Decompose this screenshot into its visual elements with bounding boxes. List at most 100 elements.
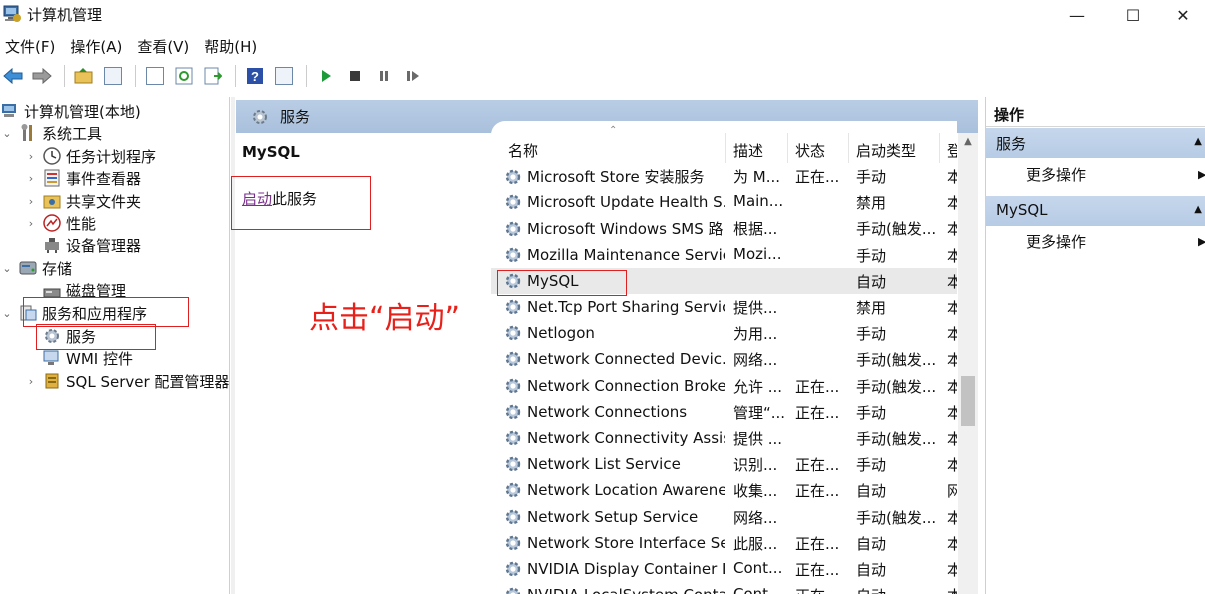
- service-row[interactable]: Network Store Interface Se... 此服... 正在... 自…: [491, 530, 957, 556]
- service-description: 管理“...: [733, 403, 786, 422]
- restart-icon[interactable]: [400, 63, 426, 89]
- scroll-thumb[interactable]: [961, 376, 975, 426]
- service-row[interactable]: Microsoft Update Health S... Main... 禁用 本: [491, 189, 957, 215]
- service-row[interactable]: Network Connectivity Assis... 提供 ... 手动(触发…: [491, 425, 957, 451]
- service-startup-type: 手动: [856, 325, 887, 344]
- tree-item-storage[interactable]: ⌄ 存储: [0, 257, 72, 279]
- actions-section-label: MySQL: [996, 201, 1048, 219]
- pane-splitter[interactable]: [231, 97, 235, 594]
- service-row[interactable]: Netlogon 为用... 手动 本: [491, 320, 957, 346]
- column-header-status[interactable]: 状态: [795, 133, 825, 165]
- column-header-desc[interactable]: 描述: [733, 133, 763, 165]
- play-icon[interactable]: [313, 63, 339, 89]
- close-button[interactable]: ✕: [1161, 0, 1205, 30]
- actions-section-services[interactable]: 服务 ▲: [986, 128, 1205, 158]
- export-list-icon[interactable]: [200, 63, 226, 89]
- chevron-right-icon[interactable]: ›: [24, 195, 38, 208]
- storage-icon: [19, 261, 37, 275]
- service-name: Network Connectivity Assis...: [503, 428, 725, 448]
- service-logon: 本: [947, 299, 957, 317]
- sort-caret-icon: ⌃: [609, 125, 618, 136]
- highlight-box-services-apps: [23, 297, 189, 327]
- stop-icon[interactable]: [342, 63, 368, 89]
- column-header-login[interactable]: 登: [947, 133, 957, 165]
- toolbar-separator: [64, 65, 65, 87]
- service-row[interactable]: Microsoft Store 安装服务 为 M... 正在... 手动 本: [491, 163, 957, 189]
- highlight-box-mysql: [497, 270, 627, 296]
- forward-arrow-icon[interactable]: [29, 63, 55, 89]
- collapse-icon[interactable]: ▲: [1194, 204, 1202, 215]
- refresh-icon[interactable]: [171, 63, 197, 89]
- up-folder-icon[interactable]: [71, 63, 97, 89]
- tree-item-system-tools[interactable]: ⌄ 系统工具: [0, 122, 102, 144]
- service-row[interactable]: Network List Service 识别... 正在... 手动 本: [491, 451, 957, 477]
- column-separator[interactable]: [848, 133, 849, 163]
- service-row[interactable]: Network Setup Service 网络... 手动(触发... 本: [491, 504, 957, 530]
- gear-icon: [253, 109, 267, 124]
- scroll-up-icon[interactable]: ▲: [958, 136, 978, 147]
- toolbar-separator: [135, 65, 136, 87]
- tree-root[interactable]: 计算机管理(本地): [0, 100, 141, 122]
- tree-item-device-manager[interactable]: 设备管理器: [42, 234, 141, 256]
- service-row[interactable]: NVIDIA Display Container LS Cont... 正在... 自…: [491, 556, 957, 582]
- column-separator[interactable]: [939, 133, 940, 163]
- properties-icon[interactable]: [142, 63, 168, 89]
- chevron-down-icon[interactable]: ⌄: [0, 262, 14, 275]
- chevron-right-icon[interactable]: ›: [24, 150, 38, 163]
- tree-item-sql-config[interactable]: › SQL Server 配置管理器: [24, 370, 230, 392]
- chevron-down-icon[interactable]: ⌄: [0, 307, 14, 320]
- show-action-pane-icon[interactable]: [271, 63, 297, 89]
- tree-item-performance[interactable]: › 性能: [24, 212, 96, 234]
- service-name: Network List Service: [503, 454, 725, 474]
- chevron-right-icon[interactable]: ›: [24, 217, 38, 230]
- service-row[interactable]: Net.Tcp Port Sharing Service 提供... 禁用 本: [491, 294, 957, 320]
- chevron-right-icon[interactable]: ›: [24, 375, 38, 388]
- column-header-name[interactable]: 名称: [508, 133, 538, 165]
- toolbar-separator: [235, 65, 236, 87]
- service-logon: 本: [947, 456, 957, 475]
- chevron-right-icon[interactable]: ›: [24, 172, 38, 185]
- collapse-icon[interactable]: ▲: [1194, 136, 1202, 147]
- tree-item-task-scheduler[interactable]: › 任务计划程序: [24, 145, 156, 167]
- back-arrow-icon[interactable]: [0, 63, 26, 89]
- column-separator[interactable]: [725, 133, 726, 163]
- chevron-down-icon[interactable]: ⌄: [0, 127, 14, 140]
- service-row[interactable]: Network Connections 管理“... 正在... 手动 本: [491, 399, 957, 425]
- service-row[interactable]: Mozilla Maintenance Service Mozi... 手动 本: [491, 242, 957, 268]
- service-row[interactable]: Network Connected Devic... 网络... 手动(触发... 本: [491, 346, 957, 372]
- service-row[interactable]: Microsoft Windows SMS 路... 根据... 手动(触发... 本: [491, 215, 957, 241]
- menu-file[interactable]: 文件(F): [0, 34, 60, 58]
- service-name-text: Network Connected Devic...: [527, 350, 725, 369]
- vertical-scrollbar[interactable]: ▲: [958, 133, 978, 594]
- help-icon[interactable]: ?: [242, 63, 268, 89]
- service-status: 正在...: [795, 403, 840, 422]
- menu-help[interactable]: 帮助(H): [199, 34, 262, 58]
- more-actions-mysql[interactable]: 更多操作: [1026, 231, 1086, 252]
- actions-section-mysql[interactable]: MySQL ▲: [986, 196, 1205, 226]
- menu-action[interactable]: 操作(A): [65, 34, 127, 58]
- show-tree-icon[interactable]: [100, 63, 126, 89]
- tools-icon: [21, 124, 32, 141]
- service-row[interactable]: Network Location Awarene... 收集... 正在... 自动 网: [491, 477, 957, 503]
- more-actions-services[interactable]: 更多操作: [1026, 164, 1086, 185]
- service-logon: 本: [947, 325, 957, 344]
- maximize-button[interactable]: ☐: [1105, 0, 1161, 30]
- service-name: Mozilla Maintenance Service: [503, 245, 725, 265]
- service-name-text: Net.Tcp Port Sharing Service: [527, 298, 725, 316]
- tree-item-shared-folders[interactable]: › 共享文件夹: [24, 190, 141, 212]
- service-logon: 本: [947, 561, 957, 579]
- title-bar: 计算机管理 — ☐ ✕: [0, 0, 1205, 30]
- tree-item-wmi[interactable]: WMI 控件: [42, 347, 133, 369]
- minimize-button[interactable]: —: [1049, 0, 1105, 30]
- actions-title: 操作: [986, 99, 1205, 127]
- menu-view[interactable]: 查看(V): [132, 34, 194, 58]
- service-row[interactable]: NVIDIA LocalSystem Conta... Cont... 正在... 自…: [491, 582, 957, 594]
- service-row[interactable]: Network Connection Broker 允许 ... 正在... 手动(触…: [491, 373, 957, 399]
- service-description: 为用...: [733, 325, 778, 344]
- gear-icon: [503, 219, 523, 239]
- service-name-text: NVIDIA Display Container LS: [527, 560, 725, 578]
- pause-icon[interactable]: [371, 63, 397, 89]
- tree-item-event-viewer[interactable]: › 事件查看器: [24, 167, 141, 189]
- column-separator[interactable]: [787, 133, 788, 163]
- column-header-startup[interactable]: 启动类型: [856, 133, 916, 165]
